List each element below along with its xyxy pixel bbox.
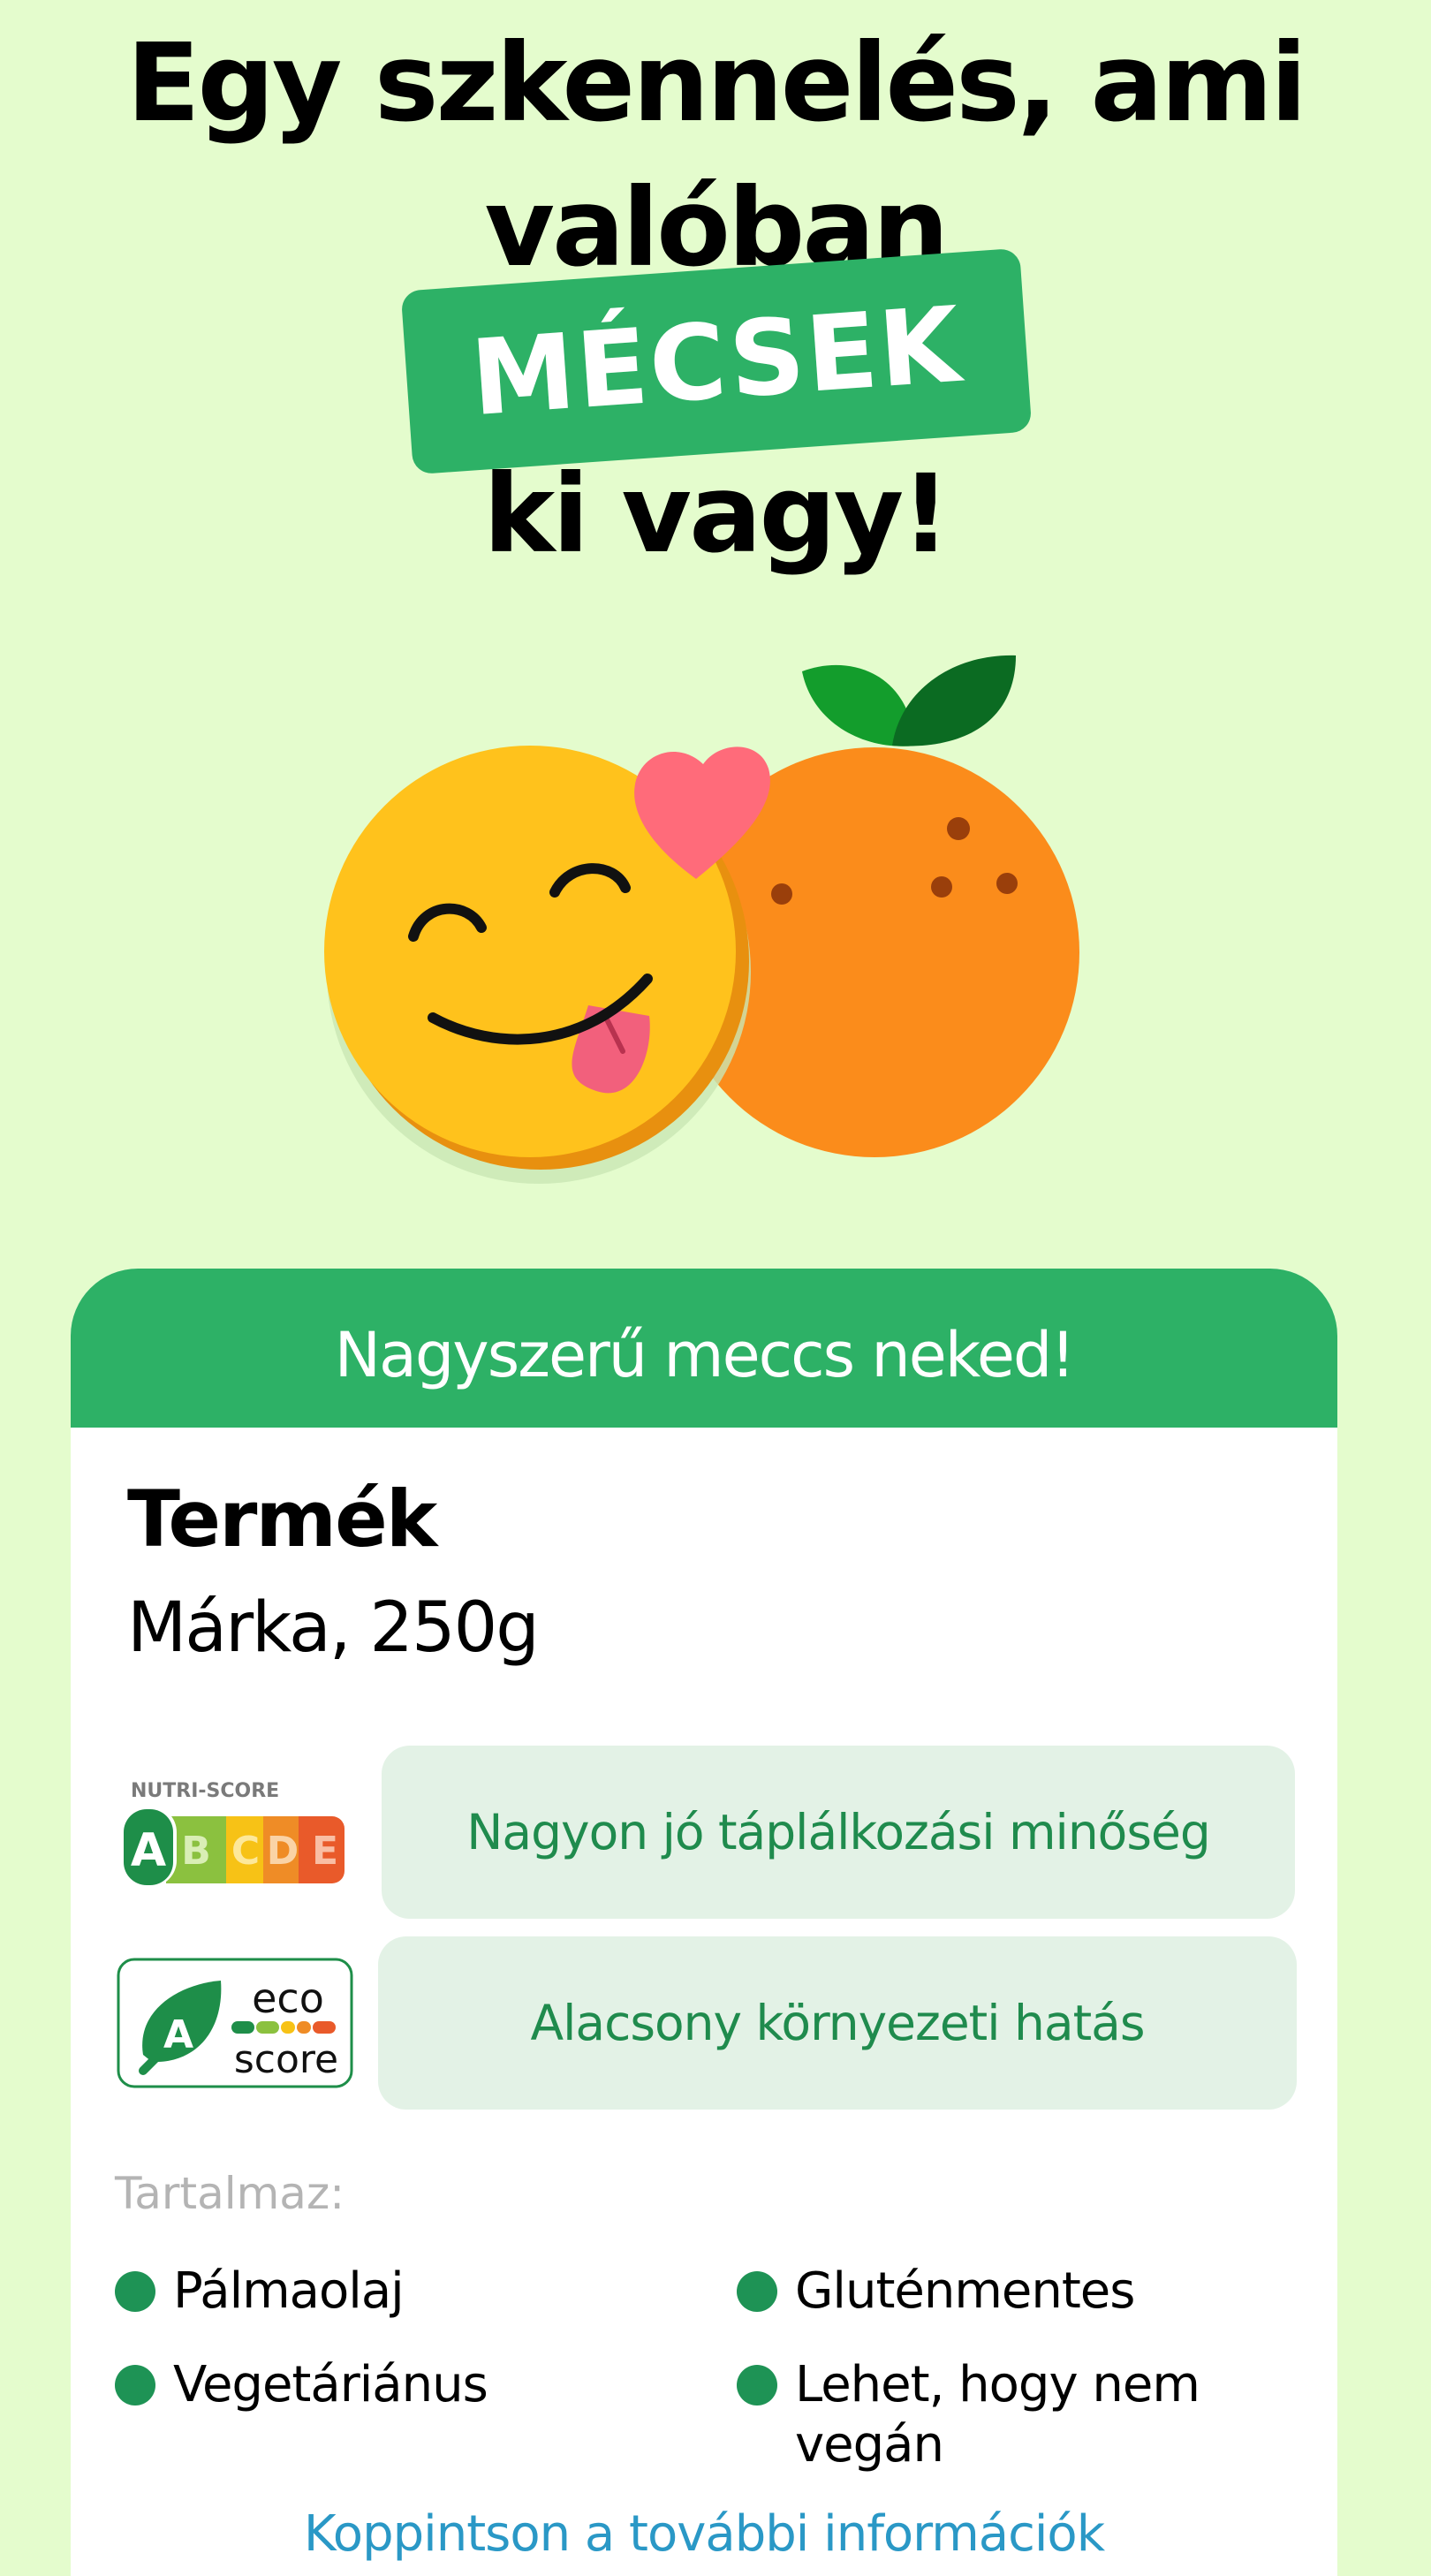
more-info-link[interactable]: Koppintson a további információk <box>71 2505 1337 2563</box>
product-card[interactable]: Nagyszerű meccs neked! Termék Márka, 250… <box>71 1269 1337 2576</box>
feature-item: Vegetáriánus <box>115 2355 668 2415</box>
contains-label: Tartalmaz: <box>115 2168 345 2219</box>
eco-grade: A <box>163 2012 193 2057</box>
nutri-grade-d: D <box>267 1829 299 1874</box>
headline-top: Egy szkennelés, ami valóban <box>0 11 1431 300</box>
feature-label: Gluténmentes <box>795 2262 1135 2320</box>
nutri-score-description: Nagyon jó táplálkozási minőség <box>382 1746 1295 1919</box>
nutri-score-title: NUTRI-SCORE <box>131 1780 279 1802</box>
nutri-grade-e: E <box>312 1829 338 1874</box>
status-dot-icon <box>115 2271 155 2312</box>
feature-item: Gluténmentes <box>737 2262 1290 2322</box>
nutri-grade-a: A <box>131 1824 166 1877</box>
card-header: Nagyszerű meccs neked! <box>71 1269 1337 1428</box>
nutri-score-logo: NUTRI-SCORE B C D E A <box>120 1780 344 1887</box>
feature-label: Pálmaolaj <box>173 2262 405 2320</box>
status-dot-icon <box>737 2365 777 2406</box>
product-name: Termék <box>127 1474 437 1565</box>
feature-label: Vegetáriánus <box>173 2356 488 2413</box>
headline-line-3: ki vagy! <box>483 451 950 577</box>
feature-item: Lehet, hogy nem vegán <box>737 2355 1290 2475</box>
nutri-grade-c: C <box>231 1829 260 1874</box>
nutri-grade-b: B <box>181 1829 211 1874</box>
eco-word-1: eco <box>252 1974 324 2022</box>
feature-label: Lehet, hogy nem vegán <box>795 2356 1200 2474</box>
status-dot-icon <box>737 2271 777 2312</box>
product-brand: Márka, 250g <box>127 1588 540 1668</box>
eco-score-description: Alacsony környezeti hatás <box>378 1936 1297 2110</box>
status-dot-icon <box>115 2365 155 2406</box>
eco-word-2: score <box>234 2037 338 2082</box>
eco-score-logo: A eco score <box>117 1958 353 2088</box>
feature-item: Pálmaolaj <box>115 2262 668 2322</box>
headline-line-1: Egy szkennelés, ami <box>126 20 1307 146</box>
illustration <box>324 655 1079 1184</box>
